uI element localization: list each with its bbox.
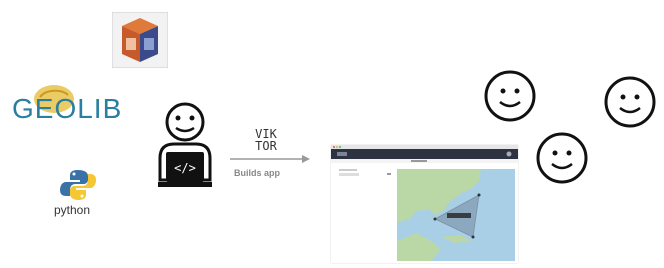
smiley-face-icon [604, 76, 656, 128]
viktor-line-2: TOR [255, 139, 277, 153]
python-logo: python [48, 168, 108, 218]
developer-laptop-icon: </> [154, 100, 216, 190]
builds-arrow-icon [228, 152, 312, 166]
python-wordmark: python [54, 203, 91, 217]
smiley-face-icon [484, 70, 536, 122]
builds-app-label: Builds app [234, 168, 281, 178]
geolib-wordmark: GEOLIB [12, 93, 123, 124]
geo-cube-logo [111, 11, 169, 69]
smiley-face-icon [536, 132, 588, 184]
python-icon [60, 170, 96, 200]
app-screenshot [331, 145, 518, 263]
geolib-logo: GEOLIB [10, 83, 130, 131]
svg-text:</>: </> [174, 161, 196, 175]
app-screenshot-graphic [331, 145, 518, 261]
